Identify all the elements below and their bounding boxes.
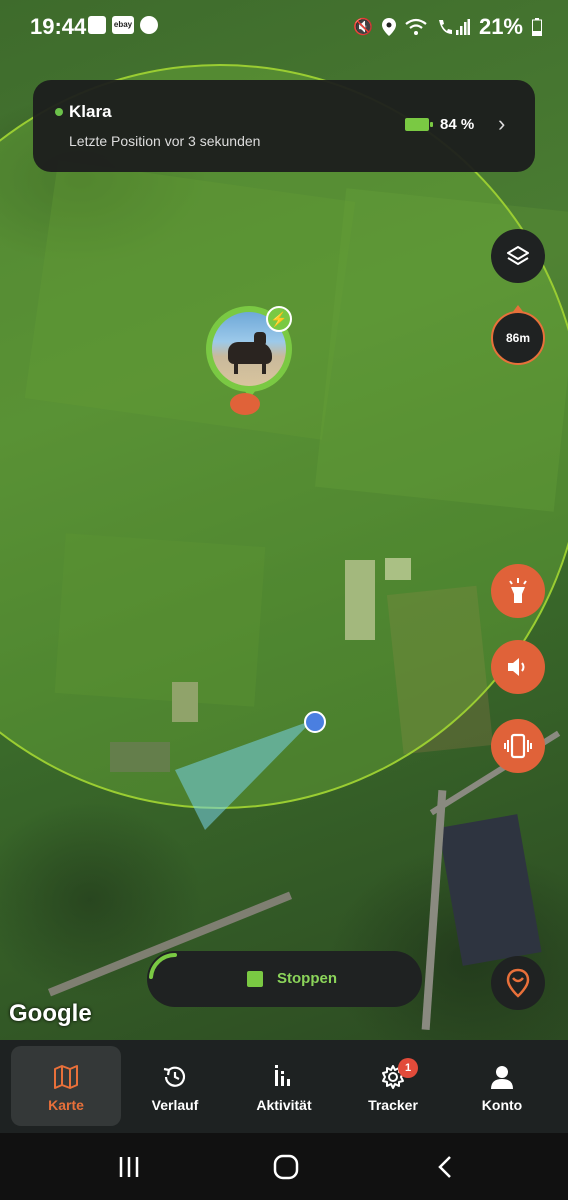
- distance-indicator[interactable]: 86m: [491, 305, 545, 365]
- location-icon: [381, 18, 396, 36]
- tab-aktivitaet[interactable]: Aktivität: [229, 1046, 339, 1126]
- person-icon: [491, 1066, 513, 1089]
- ebay-icon: ebay: [112, 16, 134, 34]
- dog-leg: [234, 360, 238, 374]
- flashlight-button[interactable]: [491, 564, 545, 618]
- vibrate-icon: [504, 733, 532, 759]
- tracker-battery-icon: [405, 118, 433, 131]
- image-icon: [88, 16, 106, 34]
- wifi-icon: [405, 18, 427, 35]
- status-bar: 19:44 ebay 🔇 21%: [0, 0, 568, 52]
- activity-icon: [275, 1065, 290, 1086]
- layers-button[interactable]: [491, 229, 545, 283]
- online-indicator: [55, 108, 63, 116]
- tab-label: Aktivität: [256, 1097, 312, 1113]
- tab-konto[interactable]: Konto: [447, 1046, 557, 1126]
- status-time: 19:44: [30, 14, 87, 39]
- tab-label: Karte: [48, 1097, 84, 1113]
- notification-badge: 1: [398, 1058, 418, 1078]
- status-left-icons: ebay: [88, 16, 158, 34]
- back-icon[interactable]: [432, 1153, 460, 1181]
- dog-head: [254, 332, 266, 346]
- bottom-tab-bar: Karte Verlauf Aktivität 1 Tracker Konto: [0, 1040, 568, 1133]
- sound-button[interactable]: [491, 640, 545, 694]
- home-icon[interactable]: [272, 1153, 300, 1181]
- chevron-right-icon[interactable]: ›: [498, 111, 505, 137]
- system-nav-bar: [0, 1133, 568, 1200]
- user-location-dot: [304, 711, 326, 733]
- layers-icon: [507, 246, 529, 265]
- map-icon: [54, 1065, 78, 1089]
- vibrate-button[interactable]: [491, 719, 545, 773]
- pet-name: Klara: [69, 102, 112, 121]
- flashlight-icon: [509, 578, 527, 603]
- dog-leg: [262, 360, 266, 374]
- recent-apps-icon[interactable]: [115, 1153, 143, 1181]
- tab-label: Tracker: [368, 1097, 418, 1113]
- locate-pet-button[interactable]: [491, 956, 545, 1010]
- mute-icon: 🔇: [353, 19, 373, 36]
- progress-arc: [149, 952, 177, 979]
- tab-tracker[interactable]: 1 Tracker: [338, 1046, 448, 1126]
- stop-icon: [247, 971, 263, 987]
- timer-icon: [140, 16, 158, 34]
- tracker-battery-text: 84 %: [440, 116, 475, 133]
- status-right-icons: 🔇 21%: [353, 14, 542, 40]
- stop-live-tracking-button[interactable]: Stoppen: [147, 951, 422, 1007]
- locate-pet-icon: [506, 968, 530, 998]
- tab-verlauf[interactable]: Verlauf: [120, 1046, 230, 1126]
- google-logo: Google: [9, 1000, 92, 1027]
- stop-label: Stoppen: [277, 970, 337, 987]
- tracker-info-card[interactable]: Klara Letzte Position vor 3 sekunden 84 …: [33, 80, 535, 172]
- last-position-text: Letzte Position vor 3 sekunden: [69, 133, 261, 149]
- tab-label: Verlauf: [151, 1097, 199, 1113]
- battery-percent: 21%: [478, 14, 523, 39]
- battery-icon: [532, 18, 542, 36]
- charging-bolt-icon: ⚡: [266, 306, 292, 332]
- tab-label: Konto: [481, 1097, 523, 1113]
- call-signal-icon: [438, 19, 470, 35]
- history-icon: [163, 1066, 186, 1087]
- tab-karte[interactable]: Karte: [11, 1046, 121, 1126]
- pet-location-marker: [230, 393, 260, 415]
- sound-icon: [508, 658, 525, 676]
